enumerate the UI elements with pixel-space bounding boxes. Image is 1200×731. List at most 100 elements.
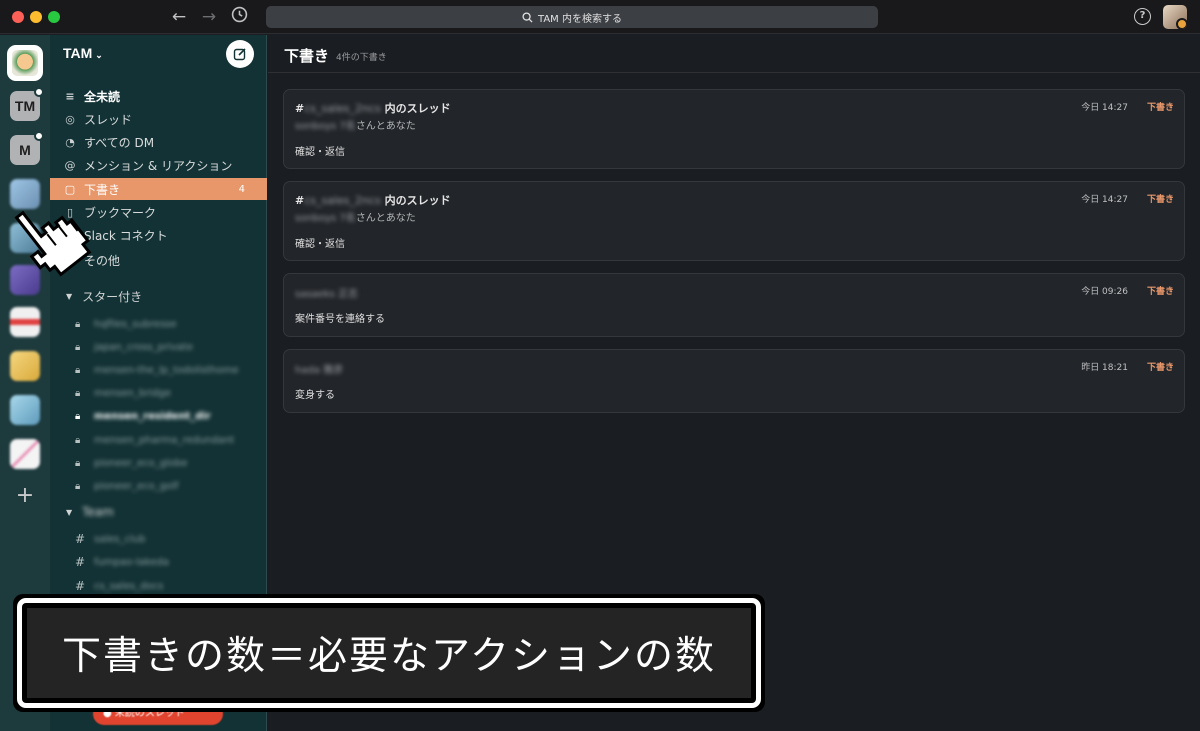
channel-name: sales_club <box>94 533 146 545</box>
channel-name: pioneer_eco_golf <box>94 480 179 492</box>
channel-name: fumpao-lakeda <box>94 556 169 568</box>
channel-name: mensen_pharma_redundant <box>94 434 235 446</box>
draft-timestamp: 昨日 18:21 <box>1081 363 1128 373</box>
draft-card[interactable]: #cs_sales_2ncs 内のスレッド sonboys 7名さんとあなた 確… <box>283 89 1185 169</box>
section-header-team[interactable]: ▼ Team <box>50 501 267 523</box>
arrow-right-icon[interactable]: → <box>198 6 220 28</box>
add-workspace-button[interactable]: + <box>10 481 40 511</box>
draft-title: #cs_sales_2ncs 内のスレッド <box>295 194 451 207</box>
caption-text: 下書きの数＝必要なアクションの数 <box>27 608 751 698</box>
lock-icon: 🔒︎ <box>75 434 81 446</box>
sidebar-item-label: 下書き <box>84 182 121 197</box>
workspace-icon[interactable] <box>10 439 40 469</box>
sidebar-item-label: すべての DM <box>84 135 155 150</box>
sidebar-channel[interactable]: # fumpao-lakeda <box>50 551 267 573</box>
sidebar-channel[interactable]: # sales_club <box>50 528 267 550</box>
draft-card[interactable]: sasaeks 正志 案件番号を連絡する 今日 09:26 下書き <box>283 273 1185 337</box>
sidebar-channel[interactable]: 🔒︎ hqfiles_subresse <box>50 313 267 335</box>
draft-body: 案件番号を連絡する <box>295 314 385 325</box>
hash-icon: # <box>75 532 86 546</box>
close-window-button[interactable] <box>12 11 24 23</box>
draft-badge: 下書き <box>1146 363 1174 373</box>
section-header-starred[interactable]: ▼ スター付き <box>50 285 267 307</box>
section-header-label: スター付き <box>82 289 143 304</box>
clock-icon[interactable] <box>228 6 250 28</box>
sidebar-channel[interactable]: 🔒︎ pioneer_eco_golf <box>50 475 267 497</box>
draft-timestamp: 今日 09:26 <box>1081 287 1128 297</box>
channel-name: mensen-the_lp_todolisthome <box>94 364 239 376</box>
sidebar-channel[interactable]: 🔒︎ japan_cross_private <box>50 336 267 358</box>
draft-timestamp: 今日 14:27 <box>1081 103 1128 113</box>
lock-icon: 🔒︎ <box>75 364 81 376</box>
lock-icon: 🔒︎ <box>75 341 81 353</box>
workspace-icon[interactable] <box>10 395 40 425</box>
draft-card[interactable]: hada 雅彦 変身する 昨日 18:21 下書き <box>283 349 1185 413</box>
channel-name: japan_cross_private <box>94 341 194 353</box>
channel-name: cs_sales_2ncs <box>304 102 381 115</box>
hash-icon: # <box>75 579 86 593</box>
sidebar-item-threads[interactable]: ◎ スレッド <box>50 108 267 130</box>
search-placeholder: TAM 内を検索する <box>538 13 622 25</box>
sidebar-channel[interactable]: 🔒︎ mensen-the_lp_todolisthome <box>50 359 267 381</box>
channel-name: cs_sales_docs <box>94 580 164 592</box>
sidebar-item-all-unreads[interactable]: ≡ 全未読 <box>50 85 267 107</box>
workspace-name: TAM <box>63 45 93 61</box>
sidebar-item-mentions[interactable]: @ メンション & リアクション <box>50 154 267 176</box>
unread-badge <box>34 131 44 141</box>
sidebar-channel[interactable]: 🔒︎ mensen_bridge <box>50 382 267 404</box>
draft-icon: ▢ <box>64 182 76 196</box>
draft-recipient: hada 雅彦 <box>295 365 344 376</box>
channel-name: pioneer_eco_globe <box>94 457 188 469</box>
unread-badge <box>34 87 44 97</box>
workspace-name-button[interactable]: TAM ⌄ <box>63 45 103 61</box>
draft-body: 確認・返信 <box>295 147 345 158</box>
title-bar: ← → TAM 内を検索する ? <box>0 0 1200 34</box>
caret-down-icon: ▼ <box>66 291 73 301</box>
draft-body: 確認・返信 <box>295 239 345 250</box>
sidebar-item-all-dms[interactable]: ◔ すべての DM <box>50 131 267 153</box>
lock-icon: 🔒︎ <box>75 457 81 469</box>
sidebar-channel[interactable]: 🔒︎ mensen_resident_dir <box>50 405 267 427</box>
sidebar-channel[interactable]: 🔒︎ pioneer_eco_globe <box>50 452 267 474</box>
caret-down-icon: ▼ <box>66 507 73 517</box>
at-sign-icon: @ <box>64 158 76 172</box>
minimize-window-button[interactable] <box>30 11 42 23</box>
draft-participants: sonboys 7名さんとあなた <box>295 213 416 224</box>
compose-button[interactable] <box>226 40 254 68</box>
lock-icon: 🔒︎ <box>75 318 81 330</box>
draft-badge: 下書き <box>1146 103 1174 113</box>
workspace-tm[interactable]: TM <box>10 87 44 121</box>
lock-icon: 🔒︎ <box>75 480 81 492</box>
sidebar-channel[interactable]: 🔒︎ mensen_pharma_redundant <box>50 429 267 451</box>
draft-badge: 下書き <box>1146 195 1174 205</box>
workspace-icon[interactable] <box>10 351 40 381</box>
arrow-left-icon[interactable]: ← <box>168 6 190 28</box>
drafts-count-label: 4件の下書き <box>336 53 387 63</box>
pointing-hand-icon <box>14 210 92 277</box>
draft-participants: sonboys 7名さんとあなた <box>295 121 416 132</box>
thread-icon: ◎ <box>65 112 75 126</box>
sidebar-item-label: ブックマーク <box>84 205 157 220</box>
sidebar-item-label: メンション & リアクション <box>84 158 233 173</box>
channel-name: mensen_resident_dir <box>94 410 211 422</box>
draft-card[interactable]: #cs_sales_2ncs 内のスレッド sonboys 7名さんとあなた 確… <box>283 181 1185 261</box>
workspace-tam[interactable] <box>7 45 43 81</box>
workspace-tm-label: TM <box>14 98 36 114</box>
draft-timestamp: 今日 14:27 <box>1081 195 1128 205</box>
draft-body: 変身する <box>295 390 335 401</box>
search-input[interactable]: TAM 内を検索する <box>266 6 878 28</box>
lock-icon: 🔒︎ <box>75 410 81 422</box>
workspace-m[interactable]: M <box>10 131 44 165</box>
maximize-window-button[interactable] <box>48 11 60 23</box>
draft-badge: 下書き <box>1146 287 1174 297</box>
caption-overlay: 下書きの数＝必要なアクションの数 <box>13 594 765 712</box>
dm-icon: ◔ <box>65 135 75 149</box>
draft-recipient: sasaeks 正志 <box>295 289 359 300</box>
help-icon[interactable]: ? <box>1134 8 1151 25</box>
avatar[interactable] <box>1163 5 1187 29</box>
channel-name: mensen_bridge <box>94 387 172 399</box>
channel-name: hqfiles_subresse <box>94 318 177 330</box>
workspace-icon[interactable] <box>10 307 40 337</box>
list-icon: ≡ <box>65 89 75 103</box>
section-header-label: Team <box>82 505 114 519</box>
